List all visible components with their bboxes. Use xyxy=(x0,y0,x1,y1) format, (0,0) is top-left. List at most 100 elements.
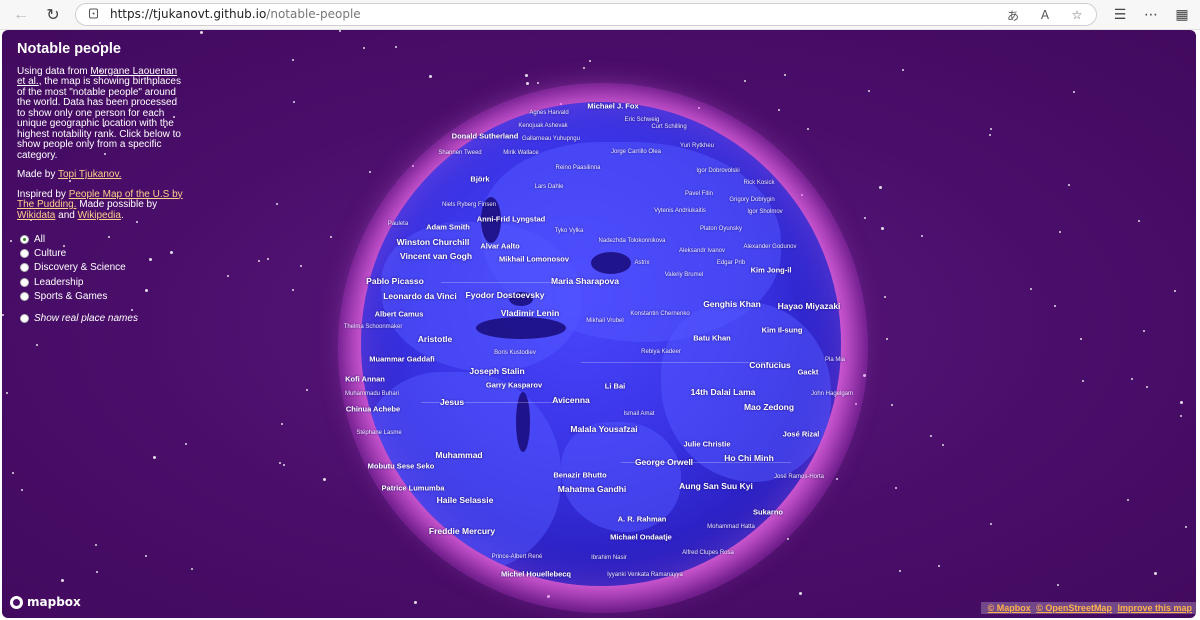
person-label[interactable]: Alvar Aalto xyxy=(480,242,519,251)
toggle-icon[interactable] xyxy=(20,314,29,323)
person-label[interactable]: Winston Churchill xyxy=(397,237,470,247)
person-label[interactable]: Albert Camus xyxy=(375,310,424,319)
person-label[interactable]: Leonardo da Vinci xyxy=(383,291,457,301)
person-label[interactable]: Kofi Annan xyxy=(345,375,385,384)
person-label[interactable]: José Rizal xyxy=(783,430,820,439)
read-aloud-icon[interactable]: A xyxy=(1036,7,1054,23)
person-label[interactable]: Boris Kustodiev xyxy=(494,350,536,356)
person-label[interactable]: Batu Khan xyxy=(693,334,731,343)
person-label[interactable]: Michel Houellebecq xyxy=(501,570,571,579)
person-label[interactable]: Adam Smith xyxy=(426,223,470,232)
person-label[interactable]: Ismail Amat xyxy=(623,411,654,417)
person-label[interactable]: Konstantin Chernenko xyxy=(630,311,689,317)
person-label[interactable]: Niels Ryberg Finsen xyxy=(442,202,496,208)
person-label[interactable]: Shannen Tweed xyxy=(438,150,481,156)
person-label[interactable]: Hayao Miyazaki xyxy=(778,301,841,311)
person-label[interactable]: Garry Kasparov xyxy=(486,381,542,390)
person-label[interactable]: Muhammadu Buhari xyxy=(345,391,399,397)
person-label[interactable]: Mohammad Hatta xyxy=(707,524,755,530)
person-label[interactable]: Kenojuak Ashevak xyxy=(518,123,567,129)
real-place-names-toggle[interactable]: Show real place names xyxy=(20,313,138,324)
person-label[interactable]: Michael J. Fox xyxy=(587,102,638,111)
attribution-osm-link[interactable]: © OpenStreetMap xyxy=(1036,603,1112,613)
person-label[interactable]: A. R. Rahman xyxy=(618,515,667,524)
person-label[interactable]: Björk xyxy=(470,175,489,184)
person-label[interactable]: Yuri Rytkheu xyxy=(680,143,714,149)
category-option-discovery-science[interactable]: Discovery & Science xyxy=(20,261,126,275)
radio-icon[interactable] xyxy=(20,277,29,287)
person-label[interactable]: Tyko Vylka xyxy=(555,228,584,234)
person-label[interactable]: Curt Schilling xyxy=(651,124,686,130)
person-label[interactable]: Anni-Frid Lyngstad xyxy=(477,215,545,224)
wikipedia-link[interactable]: Wikipedia xyxy=(78,210,121,221)
more-menu-icon[interactable]: ⋯ xyxy=(1141,5,1161,25)
person-label[interactable]: Vincent van Gogh xyxy=(400,251,472,261)
radio-icon[interactable] xyxy=(20,248,29,258)
person-label[interactable]: Chinua Achebe xyxy=(346,405,400,414)
person-label[interactable]: Iyyanki Venkata Ramanayya xyxy=(607,572,683,578)
person-label[interactable]: Vladimir Lenin xyxy=(501,308,560,318)
person-label[interactable]: Aleksandr Ivanov xyxy=(679,248,725,254)
person-label[interactable]: Mirik Wallace xyxy=(503,150,538,156)
person-label[interactable]: Mikhail Vrubel xyxy=(586,318,623,324)
favorites-list-icon[interactable]: ☰ xyxy=(1110,5,1130,25)
person-label[interactable]: Joseph Stalin xyxy=(469,366,524,376)
attribution-mapbox-link[interactable]: © Mapbox xyxy=(988,603,1031,613)
back-icon[interactable]: ← xyxy=(10,4,32,26)
person-label[interactable]: Prince-Albert René xyxy=(492,554,543,560)
person-label[interactable]: Muhammad xyxy=(435,450,482,460)
person-label[interactable]: 14th Dalai Lama xyxy=(691,387,756,397)
person-label[interactable]: Rick Kosick xyxy=(743,180,774,186)
person-label[interactable]: Muammar Gaddafi xyxy=(369,355,434,364)
person-label[interactable]: Aristotle xyxy=(418,334,452,344)
person-label[interactable]: John Hagelgam xyxy=(811,391,853,397)
person-label[interactable]: Reino Paasilinna xyxy=(555,165,600,171)
person-label[interactable]: José Ramos-Horta xyxy=(774,474,824,480)
person-label[interactable]: Malala Yousafzai xyxy=(570,424,637,434)
person-label[interactable]: Nadezhda Tolokonnikova xyxy=(599,238,666,244)
person-label[interactable]: Ibrahim Nasir xyxy=(591,555,627,561)
author-link[interactable]: Topi Tjukanov. xyxy=(58,169,122,180)
person-label[interactable]: Pauleta xyxy=(388,221,408,227)
person-label[interactable]: Stéphane Lasme xyxy=(356,430,401,436)
reload-icon[interactable]: ↻ xyxy=(42,4,64,26)
category-option-sports-games[interactable]: Sports & Games xyxy=(20,289,126,303)
category-option-culture[interactable]: Culture xyxy=(20,246,126,260)
person-label[interactable]: Thelma Schoonmaker xyxy=(344,324,403,330)
person-label[interactable]: Grigory Dobrygin xyxy=(729,197,774,203)
wikidata-link[interactable]: Wikidata xyxy=(17,210,55,221)
person-label[interactable]: Rebiya Kadeer xyxy=(641,349,681,355)
person-label[interactable]: Pla Mia xyxy=(825,357,845,363)
person-label[interactable]: Pavel Fitin xyxy=(685,191,713,197)
person-label[interactable]: Michael Ondaatje xyxy=(610,533,672,542)
person-label[interactable]: Avicenna xyxy=(552,395,589,405)
person-label[interactable]: George Orwell xyxy=(635,457,693,467)
person-label[interactable]: Eric Schweig xyxy=(625,117,660,123)
category-option-all[interactable]: All xyxy=(20,232,126,246)
person-label[interactable]: Benazir Bhutto xyxy=(553,471,606,480)
person-label[interactable]: Aung San Suu Kyi xyxy=(679,481,753,491)
person-label[interactable]: Kim Jong-il xyxy=(751,266,792,275)
person-label[interactable]: Valeriy Brumel xyxy=(665,272,704,278)
person-label[interactable]: Confucius xyxy=(749,360,791,370)
person-label[interactable]: Li Bai xyxy=(605,382,625,391)
radio-icon[interactable] xyxy=(20,263,29,273)
sidebar-toggle-icon[interactable]: ▦ xyxy=(1172,5,1192,25)
person-label[interactable]: Astrix xyxy=(635,260,650,266)
address-bar[interactable]: https://tjukanovt.github.io/notable-peop… xyxy=(75,3,1097,26)
person-label[interactable]: Lars Dahle xyxy=(534,184,563,190)
person-label[interactable]: Edgar Prib xyxy=(717,260,745,266)
person-label[interactable]: Mikhail Lomonosov xyxy=(499,255,569,264)
person-label[interactable]: Jesus xyxy=(440,397,464,407)
person-label[interactable]: Jorge Carrillo Olea xyxy=(611,149,661,155)
person-label[interactable]: Igor Sholmov xyxy=(747,209,782,215)
favorite-star-icon[interactable]: ☆ xyxy=(1068,7,1086,23)
person-label[interactable]: Alexander Godunov xyxy=(743,244,796,250)
person-label[interactable]: Vytenis Andriukaitis xyxy=(654,208,706,214)
person-label[interactable]: Patrice Lumumba xyxy=(382,484,445,493)
mapbox-logo[interactable]: mapbox xyxy=(10,595,81,609)
person-label[interactable]: Mao Zedong xyxy=(744,402,794,412)
translate-icon[interactable]: あ xyxy=(1004,7,1022,23)
person-label[interactable]: Sukarno xyxy=(753,508,783,517)
person-label[interactable]: Ho Chi Minh xyxy=(724,453,774,463)
